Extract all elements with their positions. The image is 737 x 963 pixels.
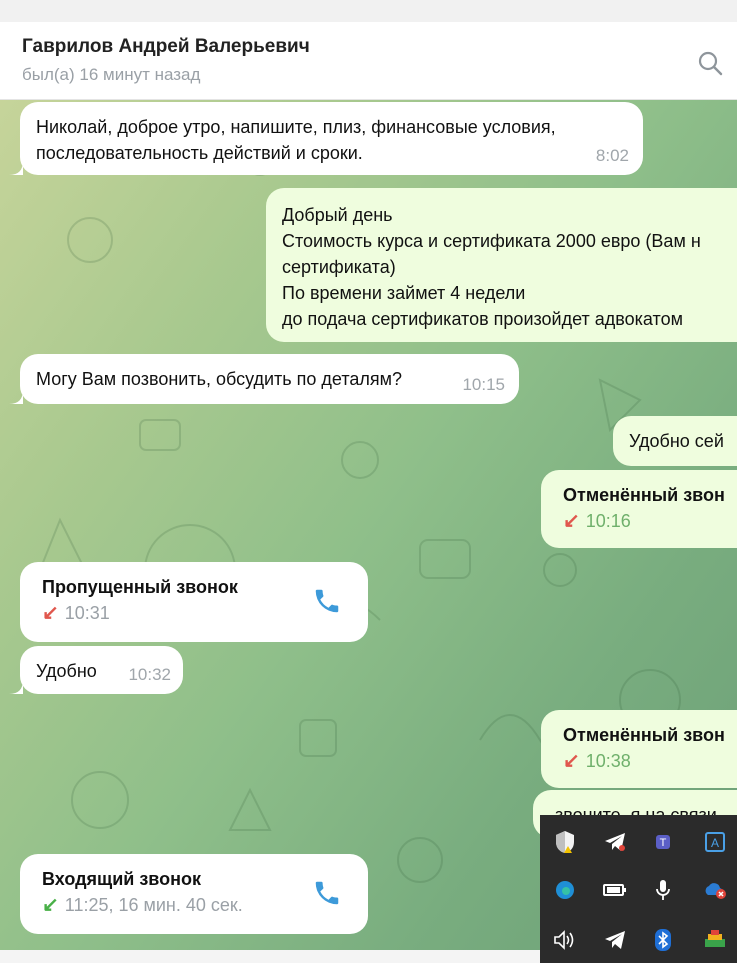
language-input-icon[interactable]: A <box>700 827 730 857</box>
call-time: 10:16 <box>585 511 631 531</box>
message-text: Удобно <box>36 661 97 681</box>
telegram-tray-icon-2[interactable] <box>600 925 630 955</box>
contact-status: был(а) 16 минут назад <box>22 65 201 84</box>
system-tray-overflow[interactable]: T A <box>540 815 737 963</box>
missed-call-arrow-icon: ↙ <box>42 602 59 624</box>
message-text-line: Стоимость курса и сертификата 2000 евро … <box>282 231 701 251</box>
cancelled-call-message[interactable]: Отменённый звон ↙ 10:16 <box>541 470 737 548</box>
message-time: 8:02 <box>595 146 629 165</box>
call-title: Входящий звонок <box>42 869 201 889</box>
incoming-call-arrow-icon: ↙ <box>42 894 59 916</box>
message-text-line: последовательность действий и сроки. <box>36 143 363 163</box>
message-text-line: до подача сертификатов произойдет адвока… <box>282 309 683 329</box>
call-time: 10:38 <box>585 751 631 771</box>
bubble-tail <box>9 680 23 694</box>
incoming-call-message[interactable]: Входящий звонок ↙ 11:25, 16 мин. 40 сек. <box>20 854 368 934</box>
onedrive-error-icon[interactable] <box>700 875 730 905</box>
incoming-message[interactable]: Николай, доброе утро, напишите, плиз, фи… <box>20 102 643 175</box>
message-text: Удобно сей <box>629 431 724 451</box>
message-text-line: Добрый день <box>282 205 393 225</box>
battery-icon[interactable] <box>600 875 630 905</box>
bubble-tail <box>9 161 23 175</box>
bubble-tail <box>9 390 23 404</box>
message-time: 10:15 <box>462 375 505 394</box>
call-time: 10:31 <box>64 603 110 623</box>
call-meta: ↙ 10:16 <box>563 508 715 534</box>
search-icon[interactable] <box>697 50 723 76</box>
call-meta: ↙ 10:31 <box>42 600 346 626</box>
outgoing-call-arrow-icon: ↙ <box>563 750 580 772</box>
incoming-message[interactable]: Удобно 10:32 <box>20 646 183 694</box>
bluetooth-icon[interactable] <box>648 925 678 955</box>
message-text: Могу Вам позвонить, обсудить по деталям? <box>36 369 403 389</box>
telegram-tray-icon[interactable] <box>600 827 630 857</box>
outgoing-message[interactable]: Добрый день Стоимость курса и сертификат… <box>266 188 737 342</box>
volume-icon[interactable] <box>550 925 580 955</box>
windows-security-icon[interactable] <box>550 827 580 857</box>
teams-icon[interactable]: T <box>648 827 678 857</box>
cancelled-call-message[interactable]: Отменённый звон ↙ 10:38 <box>541 710 737 788</box>
message-time: 10:32 <box>128 665 171 684</box>
outgoing-message[interactable]: Удобно сей <box>613 416 737 466</box>
call-time: 11:25, 16 мин. 40 сек. <box>64 895 243 915</box>
svg-text:A: A <box>711 836 719 850</box>
phone-icon[interactable] <box>312 586 342 616</box>
contact-name[interactable]: Гаврилов Андрей Валерьевич <box>22 36 310 58</box>
edge-icon[interactable] <box>550 875 580 905</box>
call-meta: ↙ 10:38 <box>563 748 715 774</box>
message-text-line: сертификата) <box>282 257 396 277</box>
window-top-strip <box>0 0 737 22</box>
svg-text:T: T <box>660 837 667 849</box>
bluestacks-icon[interactable] <box>700 925 730 955</box>
missed-call-message[interactable]: Пропущенный звонок ↙ 10:31 <box>20 562 368 642</box>
phone-icon[interactable] <box>312 878 342 908</box>
call-meta: ↙ 11:25, 16 мин. 40 сек. <box>42 892 346 918</box>
incoming-message[interactable]: Могу Вам позвонить, обсудить по деталям?… <box>20 354 519 404</box>
chat-header[interactable]: Гаврилов Андрей Валерьевич был(а) 16 мин… <box>0 22 737 100</box>
outgoing-call-arrow-icon: ↙ <box>563 510 580 532</box>
call-title: Отменённый звон <box>563 485 725 505</box>
message-text-line: Николай, доброе утро, напишите, плиз, фи… <box>36 117 556 137</box>
message-text-line: По времени займет 4 недели <box>282 283 526 303</box>
call-title: Пропущенный звонок <box>42 577 238 597</box>
microphone-icon[interactable] <box>648 875 678 905</box>
call-title: Отменённый звон <box>563 725 725 745</box>
